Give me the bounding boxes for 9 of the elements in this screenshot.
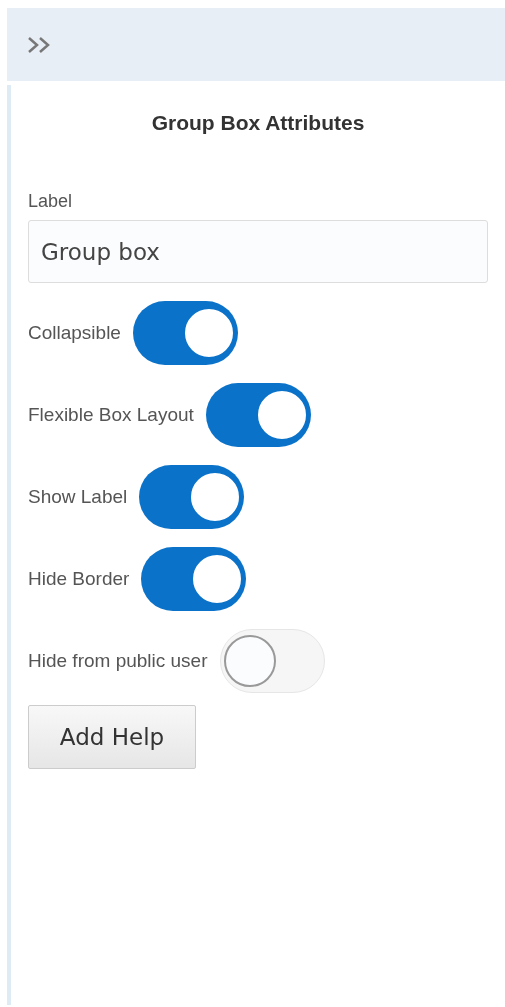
toggle-label: Show Label — [28, 486, 128, 508]
toggle-label: Hide Border — [28, 568, 130, 590]
add-help-button[interactable]: Add Help — [28, 705, 196, 769]
toggle-label: Hide from public user — [28, 650, 208, 672]
toggle-label: Flexible Box Layout — [28, 404, 194, 426]
input-field[interactable]: Group box — [28, 220, 488, 283]
panel-title: Group Box Attributes — [150, 111, 366, 135]
field-label: Label — [28, 191, 74, 212]
toggle-label: Collapsible — [28, 322, 121, 344]
